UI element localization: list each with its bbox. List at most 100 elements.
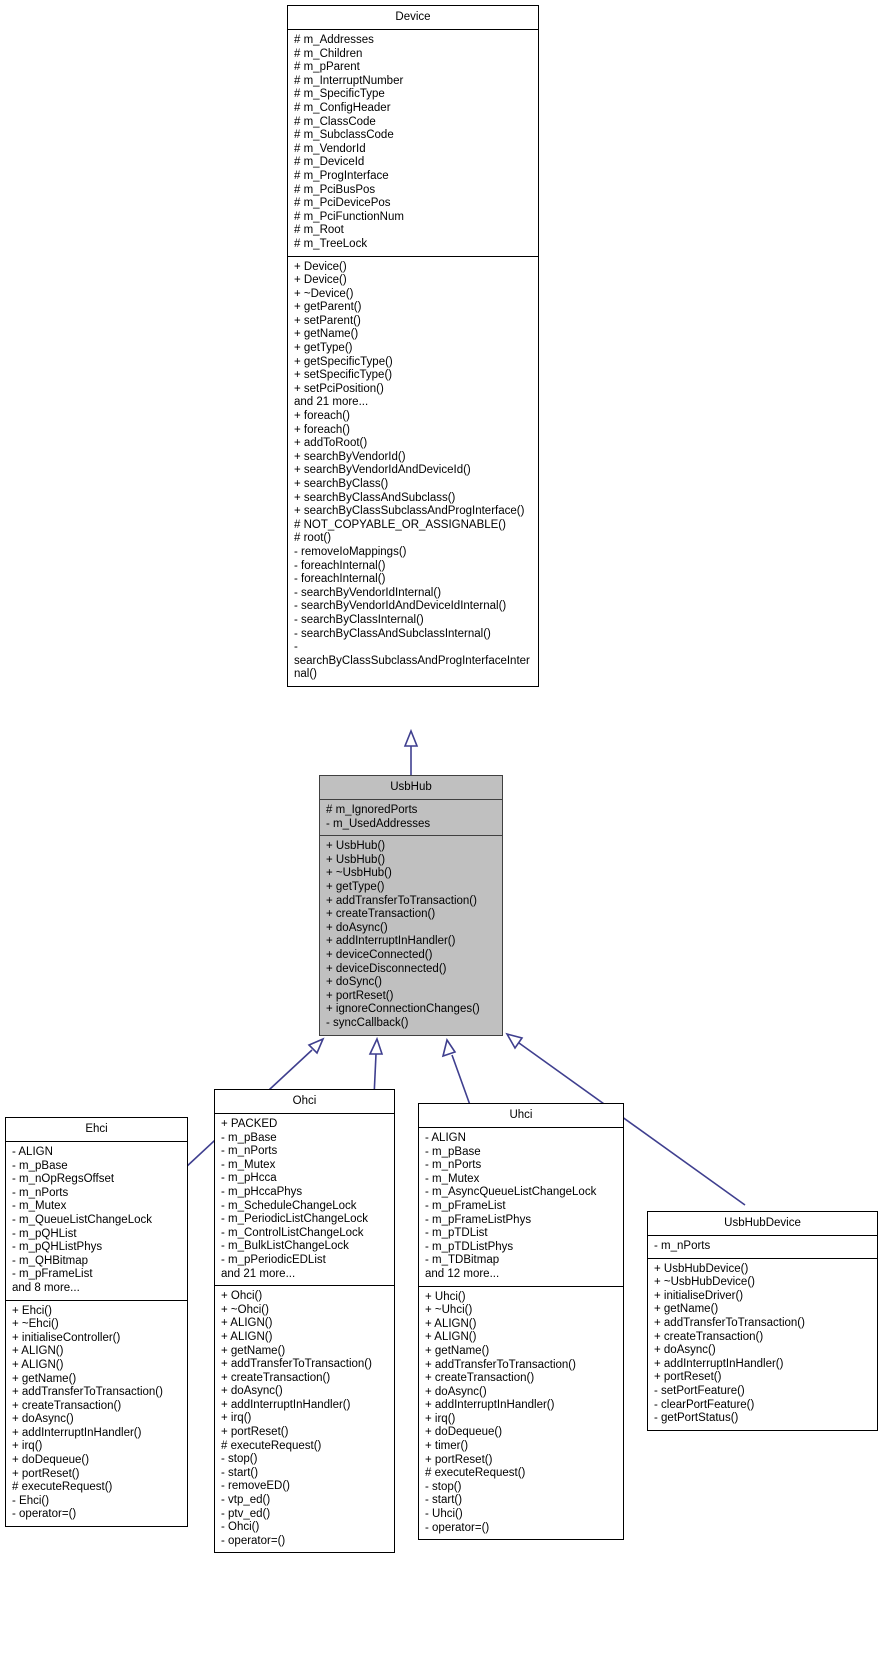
class-member-row: + getParent() bbox=[294, 301, 362, 314]
class-member-row: # m_pParent bbox=[294, 61, 360, 74]
class-box-usbhubdevice[interactable]: UsbHubDevice - m_nPorts + UsbHubDevice()… bbox=[647, 1211, 878, 1431]
class-member-row: - m_pTDListPhys bbox=[425, 1240, 514, 1253]
class-member-row: + ALIGN() bbox=[221, 1317, 273, 1330]
class-member-row: + foreach() bbox=[294, 410, 350, 423]
class-member-row: + initialiseDriver() bbox=[654, 1289, 744, 1302]
class-member-row: - start() bbox=[425, 1494, 463, 1507]
class-member-row: - m_ControlListChangeLock bbox=[221, 1226, 364, 1239]
class-member-row: - operator=() bbox=[425, 1521, 490, 1534]
class-member-row: - m_nPorts bbox=[221, 1145, 278, 1158]
class-member-row: + addInterruptInHandler() bbox=[654, 1357, 784, 1370]
class-member-row: # executeRequest() bbox=[221, 1439, 322, 1452]
class-member-row: + doAsync() bbox=[12, 1413, 74, 1426]
class-member-row: # m_Addresses bbox=[294, 34, 374, 46]
class-member-row: + ~UsbHubDevice() bbox=[654, 1276, 755, 1289]
class-member-row: # root() bbox=[294, 532, 332, 545]
class-member-row: - stop() bbox=[425, 1480, 462, 1493]
class-title-device: Device bbox=[288, 6, 538, 30]
class-member-row: # m_ClassCode bbox=[294, 115, 376, 128]
class-member-row: + createTransaction() bbox=[221, 1371, 331, 1384]
class-member-row: - operator=() bbox=[12, 1508, 77, 1521]
class-member-row: # m_IgnoredPorts bbox=[326, 804, 418, 816]
class-member-row: + irq() bbox=[425, 1412, 456, 1425]
class-member-row: - m_QHBitmap bbox=[12, 1254, 89, 1267]
class-member-row: - m_BulkListChangeLock bbox=[221, 1240, 349, 1253]
class-member-row: + doDequeue() bbox=[12, 1454, 90, 1467]
class-member-row: + createTransaction() bbox=[654, 1330, 764, 1343]
class-member-row: + createTransaction() bbox=[425, 1372, 535, 1385]
class-member-row: - m_QueueListChangeLock bbox=[12, 1213, 152, 1226]
class-member-row: + doDequeue() bbox=[425, 1426, 503, 1439]
class-member-row: + doAsync() bbox=[425, 1385, 487, 1398]
class-member-row: - searchByClassSubclassAndProgInterfaceI… bbox=[294, 641, 530, 681]
class-member-row: + Ehci() bbox=[12, 1304, 52, 1317]
class-member-row: + portReset() bbox=[326, 989, 394, 1002]
class-member-row: - m_nOpRegsOffset bbox=[12, 1173, 115, 1186]
class-box-ehci[interactable]: Ehci - ALIGN - m_pBase - m_nOpRegsOffset - … bbox=[5, 1117, 188, 1528]
class-member-row: + ALIGN() bbox=[12, 1345, 64, 1358]
class-member-row: + PACKED bbox=[221, 1118, 278, 1130]
class-member-row: + setPciPosition() bbox=[294, 382, 384, 395]
class-member-row: - m_pHccaPhys bbox=[221, 1185, 303, 1198]
class-attributes-uhci: - ALIGN - m_pBase - m_nPorts - m_Mutex - m_A… bbox=[419, 1128, 623, 1287]
class-member-row: + getName() bbox=[12, 1372, 77, 1385]
class-member-row: - m_nPorts bbox=[654, 1240, 711, 1252]
class-member-row: + ALIGN() bbox=[425, 1317, 477, 1330]
class-member-row: - m_pFrameList bbox=[12, 1268, 93, 1281]
class-member-row: - m_TDBitmap bbox=[425, 1254, 500, 1267]
class-member-row: - setPortFeature() bbox=[654, 1384, 745, 1397]
class-title-usbhubdevice: UsbHubDevice bbox=[648, 1212, 877, 1236]
class-member-row: - foreachInternal() bbox=[294, 573, 386, 586]
class-member-row: # executeRequest() bbox=[425, 1467, 526, 1480]
class-member-row: - clearPortFeature() bbox=[654, 1398, 755, 1411]
class-member-row: + UsbHub() bbox=[326, 840, 386, 853]
class-member-row: - m_pFrameListPhys bbox=[425, 1213, 532, 1226]
class-member-row: + UsbHubDevice() bbox=[654, 1262, 749, 1275]
class-member-row: # m_ConfigHeader bbox=[294, 101, 391, 114]
class-member-row: and 8 more... bbox=[12, 1281, 80, 1294]
class-member-row: + addToRoot() bbox=[294, 437, 368, 450]
class-member-row: - vtp_ed() bbox=[221, 1494, 271, 1507]
class-operations-ehci: + Ehci() + ~Ehci() + initialiseController(… bbox=[6, 1301, 187, 1527]
class-member-row: - m_UsedAddresses bbox=[326, 817, 431, 830]
class-box-ohci[interactable]: Ohci + PACKED - m_pBase - m_nPorts - m_Mute… bbox=[214, 1089, 395, 1554]
class-member-row: + addTransferToTransaction() bbox=[221, 1358, 372, 1371]
class-member-row: + addTransferToTransaction() bbox=[326, 894, 477, 907]
class-member-row: + getName() bbox=[221, 1344, 286, 1357]
class-member-row: + irq() bbox=[221, 1412, 252, 1425]
class-member-row: + timer() bbox=[425, 1440, 469, 1453]
class-member-row: # m_InterruptNumber bbox=[294, 74, 404, 87]
class-operations-device: + Device() + Device() + ~Device() + getPare… bbox=[288, 257, 538, 686]
class-member-row: + ignoreConnectionChanges() bbox=[326, 1003, 480, 1016]
class-member-row: + ALIGN() bbox=[425, 1331, 477, 1344]
class-member-row: + irq() bbox=[12, 1440, 43, 1453]
class-box-device[interactable]: Device # m_Addresses # m_Children # m_pPar… bbox=[287, 5, 539, 687]
class-member-row: + searchByVendorId() bbox=[294, 450, 406, 463]
class-member-row: # executeRequest() bbox=[12, 1481, 113, 1494]
class-box-uhci[interactable]: Uhci - ALIGN - m_pBase - m_nPorts - m_Mutex… bbox=[418, 1103, 624, 1541]
edge-usbhub-to-device bbox=[403, 728, 419, 775]
class-member-row: - m_pBase bbox=[221, 1131, 277, 1144]
class-member-row: + ~Ehci() bbox=[12, 1318, 59, 1331]
class-member-row: - m_PeriodicListChangeLock bbox=[221, 1213, 369, 1226]
class-operations-usbhub: + UsbHub() + UsbHub() + ~UsbHub() + getType… bbox=[320, 836, 502, 1035]
class-member-row: - m_Mutex bbox=[425, 1172, 480, 1185]
class-member-row: + UsbHub() bbox=[326, 853, 386, 866]
class-member-row: - removeED() bbox=[221, 1480, 291, 1493]
class-member-row: # m_SpecificType bbox=[294, 88, 385, 101]
class-member-row: + searchByVendorIdAndDeviceId() bbox=[294, 464, 471, 477]
class-attributes-usbhubdevice: - m_nPorts bbox=[648, 1236, 877, 1259]
class-box-usbhub[interactable]: UsbHub # m_IgnoredPorts - m_UsedAddresses… bbox=[319, 775, 503, 1036]
class-member-row: - m_pBase bbox=[425, 1145, 481, 1158]
class-member-row: - searchByClassAndSubclassInternal() bbox=[294, 627, 491, 640]
class-member-row: - operator=() bbox=[221, 1534, 286, 1547]
class-member-row: # m_PciFunctionNum bbox=[294, 210, 404, 223]
class-member-row: + createTransaction() bbox=[326, 908, 436, 921]
class-member-row: + portReset() bbox=[425, 1453, 493, 1466]
class-member-row: + searchByClass() bbox=[294, 478, 389, 490]
class-operations-uhci: + Uhci() + ~Uhci() + ALIGN() + ALIGN() + get… bbox=[419, 1287, 623, 1540]
class-operations-ohci: + Ohci() + ~Ohci() + ALIGN() + ALIGN() + get… bbox=[215, 1286, 394, 1552]
class-member-row: + ~UsbHub() bbox=[326, 867, 392, 880]
class-member-row: + getName() bbox=[425, 1344, 490, 1357]
class-member-row: + searchByClassAndSubclass() bbox=[294, 491, 456, 504]
